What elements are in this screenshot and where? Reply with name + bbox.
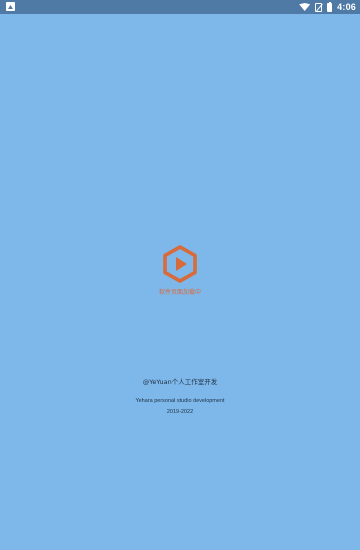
app-notification-icon: [6, 2, 15, 11]
copyright-years: 2019-2022: [166, 409, 194, 415]
splash-screen: 4:06 软件页面加载中 @YeYuan个人工作室开发 Yehara perso…: [0, 0, 360, 550]
battery-icon: [327, 1, 333, 12]
credits: @YeYuan个人工作室开发 Yehara personal studio de…: [0, 378, 360, 416]
status-time: 4:06: [337, 2, 356, 12]
loading-indicator: 软件页面加载中: [0, 244, 360, 297]
status-bar: 4:06: [0, 0, 360, 14]
developer-credit: @YeYuan个人工作室开发: [142, 378, 218, 386]
wifi-icon: [299, 3, 311, 11]
loading-text: 软件页面加载中: [158, 289, 201, 296]
play-hexagon-icon: [163, 245, 197, 283]
no-sim-icon: [315, 2, 323, 12]
studio-credit: Yehara personal studio development: [135, 398, 225, 404]
status-indicators: 4:06: [299, 0, 356, 14]
